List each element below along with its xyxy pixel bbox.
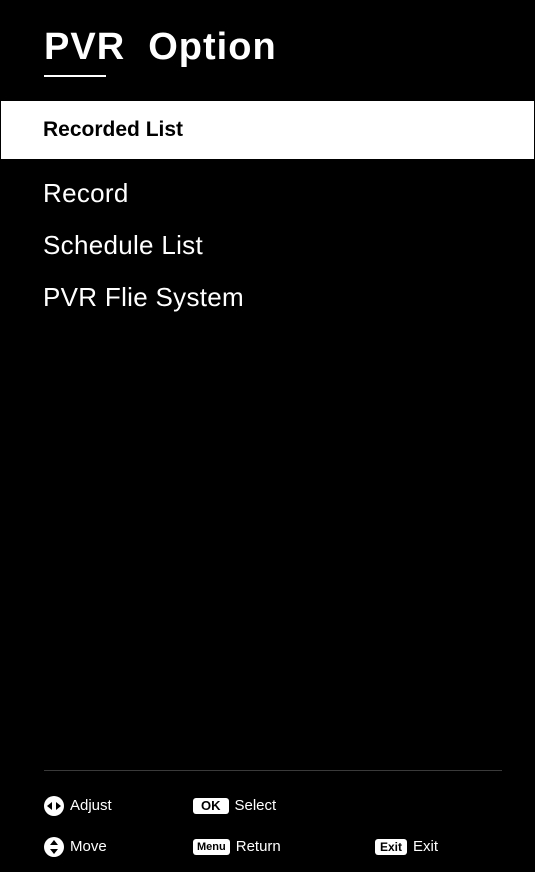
left-right-arrows-icon — [44, 796, 64, 816]
up-down-arrows-icon — [44, 837, 64, 857]
menu-item-recorded-list[interactable]: Recorded List — [1, 101, 534, 159]
footer-divider — [44, 770, 502, 771]
hint-return-label: Return — [235, 838, 281, 855]
page-title: PVR Option — [44, 26, 277, 68]
menu-header: PVR Option — [1, 1, 534, 101]
hint-select: OK Select — [193, 796, 276, 816]
hint-move: Move — [44, 837, 107, 857]
menu-item-schedule-list[interactable]: Schedule List — [1, 219, 534, 271]
ok-key-icon: OK — [193, 798, 229, 814]
menu-key-icon: Menu — [193, 839, 230, 855]
hint-exit: Exit Exit — [375, 837, 438, 857]
hint-return: Menu Return — [193, 837, 281, 857]
hint-adjust: Adjust — [44, 796, 112, 816]
title-underline — [44, 75, 106, 77]
exit-key-icon: Exit — [375, 839, 408, 855]
pvr-option-menu: PVR Option Recorded List Record Schedule… — [0, 0, 535, 872]
hint-exit-label: Exit — [413, 838, 439, 855]
hint-select-label: Select — [234, 797, 277, 814]
hint-move-label: Move — [70, 838, 107, 855]
menu-item-record[interactable]: Record — [1, 167, 534, 219]
menu-item-pvr-file-system[interactable]: PVR Flie System — [1, 271, 534, 323]
hint-adjust-label: Adjust — [70, 797, 112, 814]
